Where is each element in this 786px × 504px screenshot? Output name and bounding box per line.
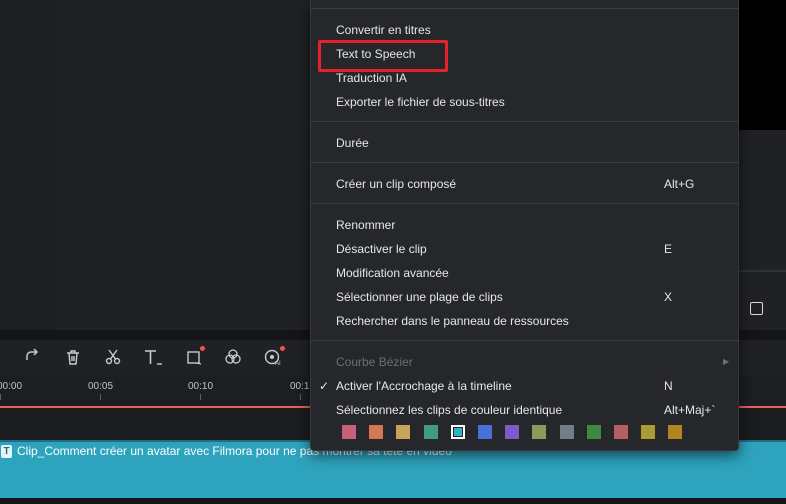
menu-separator <box>311 340 738 341</box>
shortcut-enable-snapping: N <box>664 379 673 393</box>
properties-checkbox[interactable] <box>750 302 763 315</box>
color-swatch[interactable] <box>586 425 601 439</box>
timeline-bottom-bar <box>0 498 786 504</box>
ruler-label-0: 00:00 <box>0 381 23 392</box>
color-swatch[interactable] <box>342 425 356 439</box>
menu-item-select-same-color[interactable]: Sélectionnez les clips de couleur identi… <box>336 403 562 417</box>
ai-tool-icon[interactable]: AI <box>263 348 283 368</box>
color-swatch[interactable] <box>423 425 438 439</box>
ruler-label-1: 00:05 <box>88 381 114 392</box>
ai-notification-dot <box>280 346 285 351</box>
media-panel <box>0 0 312 330</box>
color-swatch[interactable] <box>505 425 520 439</box>
menu-separator <box>311 162 738 163</box>
properties-divider <box>738 270 786 272</box>
menu-item-disable-clip[interactable]: Désactiver le clip <box>336 242 427 256</box>
crop-notification-dot <box>200 346 205 351</box>
shortcut-select-same-color: Alt+Maj+` <box>664 403 716 417</box>
ruler-tick <box>300 394 301 400</box>
color-swatch[interactable] <box>559 425 574 439</box>
context-menu: Convertir en titres Text to Speech Tradu… <box>310 0 739 451</box>
menu-item-select-clip-range[interactable]: Sélectionner une plage de clips <box>336 290 503 304</box>
menu-item-enable-snapping[interactable]: Activer l'Accrochage à la timeline <box>336 379 512 393</box>
properties-panel <box>738 130 786 330</box>
color-swatch[interactable] <box>641 425 656 439</box>
submenu-arrow-icon: ▶ <box>723 357 730 366</box>
menu-separator <box>311 8 738 9</box>
menu-item-find-in-resources[interactable]: Rechercher dans le panneau de ressources <box>336 314 569 328</box>
menu-item-bezier-curve: Courbe Bézier <box>336 355 413 369</box>
crop-icon[interactable] <box>184 348 204 368</box>
menu-item-rename[interactable]: Renommer <box>336 218 395 232</box>
menu-item-convert-titles[interactable]: Convertir en titres <box>336 23 431 37</box>
media-panel-sidebar <box>0 0 56 330</box>
ruler-tick <box>100 394 101 400</box>
editor-app: AI 00:00 00:05 00:10 00:15 T Clip_Commen… <box>0 0 786 504</box>
trash-icon[interactable] <box>63 348 83 368</box>
color-swatch[interactable] <box>450 425 465 439</box>
color-swatch[interactable] <box>532 425 547 439</box>
text-clip-icon: T <box>1 445 12 458</box>
text-icon[interactable] <box>143 348 163 368</box>
menu-item-ai-translation[interactable]: Traduction IA <box>336 71 407 85</box>
ruler-tick <box>0 394 1 400</box>
color-icon[interactable] <box>223 348 243 368</box>
menu-item-export-subtitles[interactable]: Exporter le fichier de sous-titres <box>336 95 505 109</box>
ruler-tick <box>200 394 201 400</box>
color-swatch[interactable] <box>614 425 628 439</box>
checkmark-icon: ✓ <box>319 379 330 393</box>
menu-item-duration[interactable]: Durée <box>336 136 369 150</box>
color-swatch[interactable] <box>478 425 492 439</box>
shortcut-select-clip-range: X <box>664 290 673 304</box>
svg-text:AI: AI <box>275 361 281 366</box>
redo-icon[interactable] <box>22 348 42 368</box>
shortcut-disable-clip: E <box>664 242 673 256</box>
color-swatch[interactable] <box>396 425 411 439</box>
menu-separator <box>311 121 738 122</box>
menu-item-create-compound-clip[interactable]: Créer un clip composé <box>336 177 456 191</box>
ruler-label-2: 00:10 <box>188 381 214 392</box>
menu-separator <box>311 203 738 204</box>
preview-player <box>738 0 786 130</box>
color-swatch[interactable] <box>668 425 683 439</box>
highlight-box <box>318 40 448 72</box>
menu-item-advanced-edit[interactable]: Modification avancée <box>336 266 449 280</box>
scissors-icon[interactable] <box>103 348 123 368</box>
shortcut-create-compound-clip: Alt+G <box>664 177 695 191</box>
color-swatch[interactable] <box>369 425 384 439</box>
